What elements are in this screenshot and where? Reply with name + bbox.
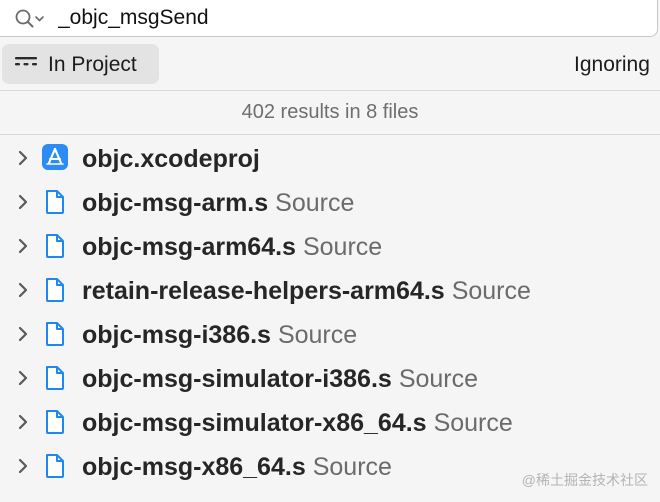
- result-row[interactable]: objc-msg-i386.s Source: [0, 312, 660, 356]
- search-icon[interactable]: [14, 8, 48, 30]
- matching-style-label[interactable]: Ignoring: [574, 53, 650, 77]
- file-kind: Source: [312, 453, 392, 481]
- file-kind: Source: [451, 277, 531, 305]
- file-name: objc-msg-arm.s: [82, 189, 269, 217]
- file-kind: Source: [398, 365, 479, 393]
- chevron-right-icon[interactable]: [16, 194, 30, 210]
- file-name: objc-msg-simulator-x86_64.s: [82, 409, 427, 437]
- chevron-right-icon[interactable]: [16, 458, 30, 474]
- file-name: objc-msg-arm64.s: [82, 233, 296, 261]
- source-file-icon: [46, 234, 64, 258]
- file-kind: Source: [433, 409, 513, 437]
- file-kind: Source: [277, 321, 358, 349]
- result-label: objc-msg-x86_64.s Source: [82, 452, 392, 482]
- scope-label: In Project: [48, 53, 137, 76]
- source-file-icon: [46, 366, 64, 390]
- chevron-right-icon[interactable]: [16, 238, 30, 254]
- result-label: objc.xcodeproj: [82, 144, 260, 174]
- source-file-icon: [46, 190, 64, 214]
- result-label: retain-release-helpers-arm64.s Source: [82, 276, 531, 306]
- result-label: objc-msg-arm64.s Source: [82, 232, 382, 262]
- result-label: objc-msg-arm.s Source: [82, 188, 354, 218]
- file-name: objc-msg-i386.s: [82, 321, 271, 349]
- results-summary: 402 results in 8 files: [241, 101, 419, 123]
- result-row[interactable]: objc-msg-simulator-x86_64.s Source: [0, 400, 660, 444]
- result-row[interactable]: objc-msg-arm.s Source: [0, 180, 660, 224]
- result-row[interactable]: objc-msg-simulator-i386.s Source: [0, 356, 660, 400]
- result-row[interactable]: objc-msg-arm64.s Source: [0, 224, 660, 268]
- scope-bar: In Project Ignoring: [0, 41, 660, 87]
- result-label: objc-msg-simulator-x86_64.s Source: [82, 408, 513, 438]
- file-kind: Source: [302, 233, 383, 261]
- scope-in-project-button[interactable]: In Project: [2, 44, 159, 84]
- search-input[interactable]: [58, 3, 638, 33]
- source-file-icon: [46, 278, 64, 302]
- result-label: objc-msg-i386.s Source: [82, 320, 357, 350]
- results-list: objc.xcodeproj objc-msg-arm.s Source objc-m…: [0, 136, 660, 488]
- result-row[interactable]: retain-release-helpers-arm64.s Source: [0, 268, 660, 312]
- file-kind: Source: [275, 189, 355, 217]
- source-file-icon: [46, 322, 64, 346]
- chevron-right-icon[interactable]: [16, 370, 30, 386]
- file-name: objc.xcodeproj: [82, 145, 260, 173]
- chevron-right-icon[interactable]: [16, 326, 30, 342]
- source-file-icon: [46, 454, 64, 478]
- search-bar: [0, 0, 658, 37]
- chevron-right-icon[interactable]: [16, 414, 30, 430]
- source-file-icon: [46, 410, 64, 434]
- chevron-right-icon[interactable]: [16, 282, 30, 298]
- result-label: objc-msg-simulator-i386.s Source: [82, 364, 478, 394]
- file-name: retain-release-helpers-arm64.s: [82, 277, 445, 305]
- result-row[interactable]: objc.xcodeproj: [0, 136, 660, 180]
- watermark: @稀土掘金技术社区: [521, 472, 648, 488]
- chevron-right-icon[interactable]: [16, 150, 30, 166]
- file-name: objc-msg-simulator-i386.s: [82, 365, 392, 393]
- list-lines-icon: [15, 57, 37, 66]
- file-name: objc-msg-x86_64.s: [82, 453, 306, 481]
- divider: [0, 134, 660, 135]
- xcode-project-icon: [42, 144, 68, 170]
